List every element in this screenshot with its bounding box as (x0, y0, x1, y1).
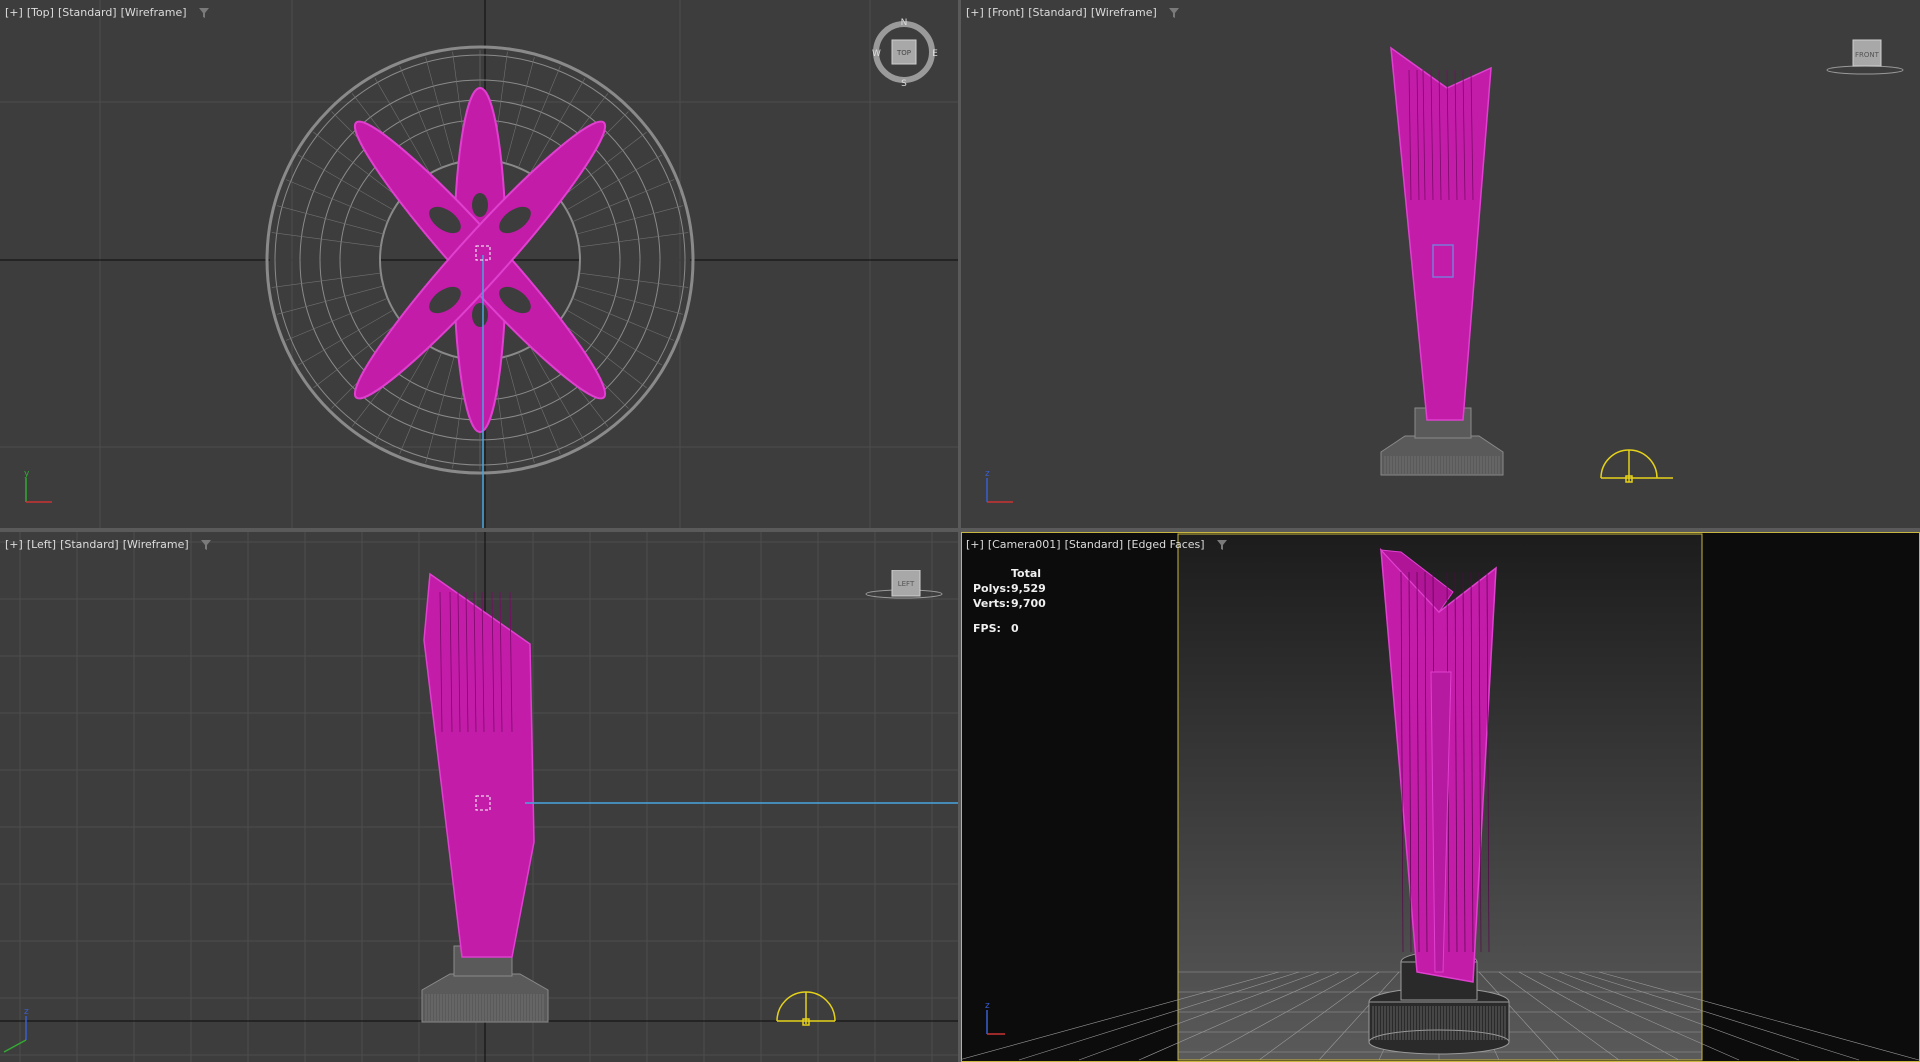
filter-icon[interactable] (198, 7, 209, 18)
viewport-divider-horizontal[interactable] (0, 528, 1920, 532)
viewport-view-menu[interactable]: [Front] (988, 6, 1024, 19)
viewport-left[interactable]: z [+] [Left] [Standard] [Wireframe] LEFT (0, 532, 958, 1062)
view-cube-label: FRONT (1855, 51, 1880, 59)
viewport-shading-mode[interactable]: [Edged Faces] (1127, 538, 1204, 551)
viewport-front[interactable]: z [+] [Front] [Standard] [Wireframe] FRO… (961, 0, 1920, 528)
compass-north: N (901, 18, 908, 28)
axis-tripod-icon: z (985, 1001, 1005, 1035)
viewport-label-top[interactable]: [+] [Top] [Standard] [Wireframe] (5, 6, 209, 19)
stats-verts-value: 9,700 (1011, 597, 1046, 610)
axis-tripod-icon: z (985, 469, 1013, 503)
compass-icon[interactable]: TOP N S E W (872, 18, 942, 92)
stats-fps-value: 0 (1011, 622, 1019, 635)
camera-view-scene: z (961, 533, 1920, 1061)
filter-icon[interactable] (200, 539, 211, 550)
viewport-shading-standard[interactable]: [Standard] (1028, 6, 1087, 19)
viewport-shading-mode[interactable]: [Wireframe] (123, 538, 189, 551)
axis-tripod-icon: z (3, 1007, 29, 1053)
compass-east: E (932, 49, 938, 59)
viewport-label-camera[interactable]: [+] [Camera001] [Standard] [Edged Faces] (966, 538, 1227, 551)
stats-fps-label: FPS: (973, 622, 1001, 635)
svg-text:y: y (24, 469, 30, 479)
svg-text:z: z (24, 1007, 29, 1017)
light-icon (776, 991, 836, 1026)
viewport-top[interactable]: y [+] [Top] [Standard] [Wireframe] TOP N… (0, 0, 958, 528)
view-cube-icon[interactable]: LEFT (864, 569, 944, 614)
viewport-view-menu[interactable]: [Top] (27, 6, 54, 19)
light-icon (1600, 449, 1673, 483)
stats-header: Total (1011, 567, 1042, 580)
view-cube-icon[interactable]: FRONT (1825, 36, 1905, 80)
filter-icon[interactable] (1168, 7, 1179, 18)
compass-west: W (872, 49, 881, 59)
filter-icon[interactable] (1216, 539, 1227, 550)
viewport-shading-mode[interactable]: [Wireframe] (121, 6, 187, 19)
viewport-shading-standard[interactable]: [Standard] (1065, 538, 1124, 551)
viewport-shading-standard[interactable]: [Standard] (58, 6, 117, 19)
viewport-shading-standard[interactable]: [Standard] (60, 538, 119, 551)
viewport-menu-plus[interactable]: [+] (966, 538, 984, 551)
viewport-shading-mode[interactable]: [Wireframe] (1091, 6, 1157, 19)
compass-south: S (901, 79, 907, 88)
left-view-scene: z (0, 532, 958, 1062)
stats-polys-label: Polys: (973, 582, 1011, 595)
viewport-view-menu[interactable]: [Left] (27, 538, 56, 551)
top-view-scene: y (0, 0, 958, 528)
viewport-label-left[interactable]: [+] [Left] [Standard] [Wireframe] (5, 538, 211, 551)
view-cube-label: LEFT (898, 580, 915, 588)
statistics-overlay: Total Polys: 9,529 Verts: 9,700 FPS: 0 (973, 566, 1071, 636)
front-view-scene: z (985, 46, 1673, 503)
viewport-label-front[interactable]: [+] [Front] [Standard] [Wireframe] (966, 6, 1179, 19)
view-cube-label: TOP (896, 49, 911, 57)
stats-polys-value: 9,529 (1011, 582, 1046, 595)
svg-text:z: z (985, 1001, 990, 1011)
viewport-camera[interactable]: z [+] [Camera001] [Standard] [Edged Face… (961, 532, 1920, 1062)
axis-tripod-icon: y (24, 469, 52, 503)
svg-text:z: z (985, 469, 990, 479)
viewport-view-menu[interactable]: [Camera001] (988, 538, 1061, 551)
stats-verts-label: Verts: (973, 597, 1011, 610)
viewport-menu-plus[interactable]: [+] (5, 538, 23, 551)
viewport-menu-plus[interactable]: [+] (5, 6, 23, 19)
viewport-menu-plus[interactable]: [+] (966, 6, 984, 19)
